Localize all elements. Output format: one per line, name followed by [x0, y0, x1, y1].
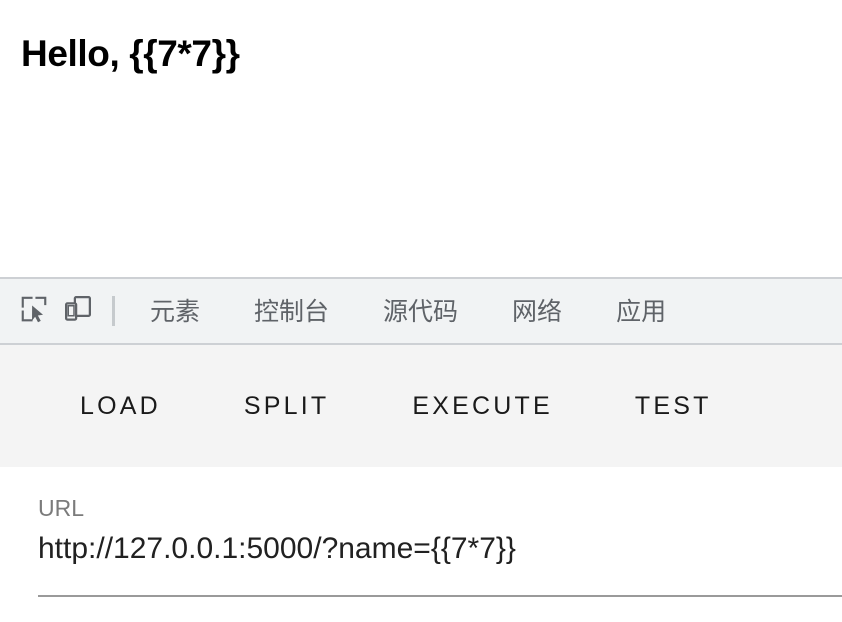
- tab-application[interactable]: 应用: [589, 299, 693, 324]
- tab-console[interactable]: 控制台: [227, 299, 356, 324]
- devtools-tab-list: 元素 控制台 源代码 网络 应用: [123, 279, 693, 343]
- toolbar-divider: [112, 296, 115, 326]
- device-toolbar-icon: [63, 294, 93, 329]
- devtools-panel: 元素 控制台 源代码 网络 应用 LOAD SPLIT EXECUTE TEST…: [0, 277, 842, 622]
- url-field-group: URL: [38, 495, 842, 597]
- tab-network[interactable]: 网络: [485, 299, 589, 324]
- devtools-toolbar: 元素 控制台 源代码 网络 应用: [0, 279, 842, 345]
- url-field-label: URL: [38, 495, 85, 521]
- tab-sources[interactable]: 源代码: [356, 299, 485, 324]
- page-viewport: Hello, {{7*7}}: [0, 0, 842, 277]
- inspect-element-icon: [19, 294, 49, 329]
- action-button-bar: LOAD SPLIT EXECUTE TEST: [0, 345, 842, 467]
- device-toolbar-button[interactable]: [56, 289, 100, 333]
- inspect-element-button[interactable]: [12, 289, 56, 333]
- tab-elements[interactable]: 元素: [123, 299, 227, 324]
- split-button[interactable]: SPLIT: [244, 384, 329, 429]
- page-title: Hello, {{7*7}}: [21, 32, 240, 74]
- load-button[interactable]: LOAD: [80, 384, 161, 429]
- execute-button[interactable]: EXECUTE: [412, 384, 552, 429]
- form-area: URL: [0, 467, 842, 622]
- url-input[interactable]: [38, 532, 842, 566]
- url-field-underline: [38, 595, 842, 597]
- test-button[interactable]: TEST: [635, 384, 712, 429]
